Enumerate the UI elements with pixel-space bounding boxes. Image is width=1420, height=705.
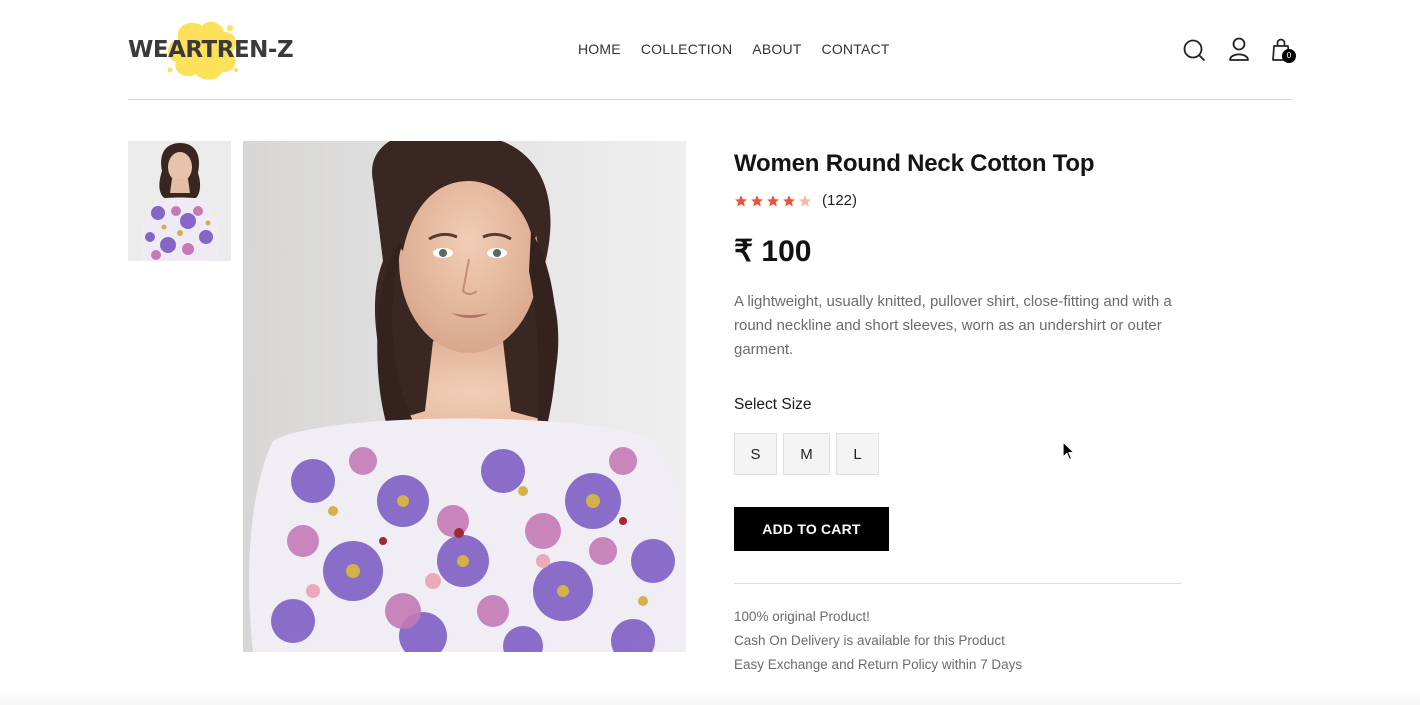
star-icon-filled <box>783 194 795 207</box>
product-description: A lightweight, usually knitted, pullover… <box>734 293 1172 358</box>
policy-exchange: Easy Exchange and Return Policy within 7… <box>734 657 1023 672</box>
shopping-bag-icon[interactable]: 0 <box>1270 36 1296 64</box>
brand-logo[interactable]: WEARTREN-Z <box>128 20 294 80</box>
policy-original: 100% original Product! <box>734 609 870 624</box>
nav-about[interactable]: ABOUT <box>752 41 801 57</box>
product-info: Women Round Neck Cotton Top (122) ₹ 100 … <box>734 150 1184 672</box>
policy-cod: Cash On Delivery is available for this P… <box>734 633 1005 648</box>
product-policies: 100% original Product! Cash On Delivery … <box>734 605 1022 677</box>
logo-text: WEARTREN-Z <box>128 37 294 63</box>
star-icon-filled <box>735 194 747 207</box>
star-icon-filled <box>767 194 779 207</box>
nav-home[interactable]: HOME <box>578 41 621 57</box>
product-price: ₹ 100 <box>734 235 812 268</box>
user-icon[interactable] <box>1226 36 1252 64</box>
star-icon-filled <box>751 194 763 207</box>
product-photo <box>243 141 686 652</box>
mouse-cursor-icon <box>1062 441 1075 461</box>
size-options: S M L <box>734 433 879 475</box>
size-label: Select Size <box>734 396 812 413</box>
product-title: Women Round Neck Cotton Top <box>734 150 1095 177</box>
size-option-s[interactable]: S <box>734 433 777 475</box>
bottom-shadow <box>0 690 1420 705</box>
product-main-image <box>243 141 686 652</box>
thumbnail-image <box>128 141 231 261</box>
site-header: WEARTREN-Z HOME COLLECTION ABOUT CONTACT… <box>128 0 1296 100</box>
product-page: WEARTREN-Z HOME COLLECTION ABOUT CONTACT… <box>128 0 1296 705</box>
star-icon-empty <box>799 194 811 207</box>
star-rating <box>734 194 812 208</box>
size-option-l[interactable]: L <box>836 433 879 475</box>
add-to-cart-button[interactable]: ADD TO CART <box>734 507 889 551</box>
rating-count: (122) <box>822 192 858 209</box>
nav-collection[interactable]: COLLECTION <box>641 41 732 57</box>
size-option-m[interactable]: M <box>783 433 830 475</box>
divider <box>734 583 1181 584</box>
nav-contact[interactable]: CONTACT <box>822 41 890 57</box>
cart-count-badge: 0 <box>1282 49 1296 63</box>
main-nav: HOME COLLECTION ABOUT CONTACT <box>578 41 910 57</box>
product-thumbnail[interactable] <box>128 141 231 261</box>
search-icon[interactable] <box>1182 36 1208 64</box>
product-rating: (122) <box>734 192 857 209</box>
